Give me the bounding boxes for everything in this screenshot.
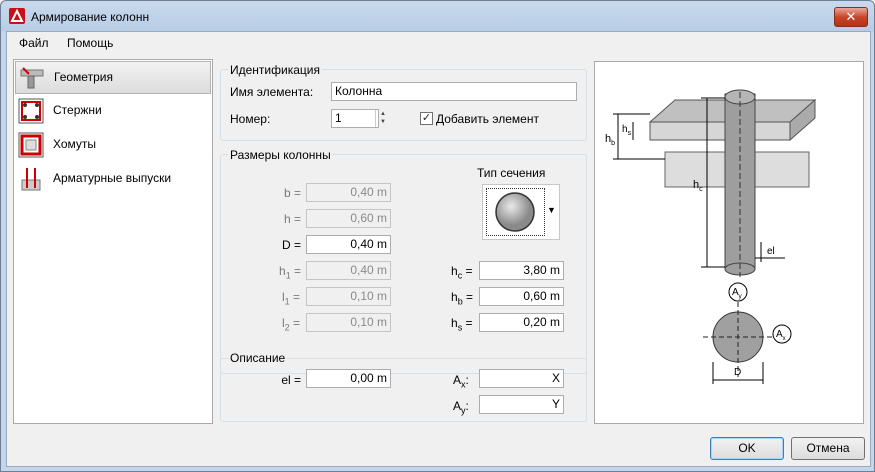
d-label: D = [281, 238, 301, 252]
l1-label: l1 = [282, 290, 301, 307]
section-type-selector[interactable]: ▼ [482, 184, 560, 240]
ay-label: Ay: [453, 399, 469, 416]
identification-group-title: Идентификация [228, 63, 322, 77]
h1-label: h1 = [279, 264, 302, 281]
l2-input: 0,10 m [306, 313, 391, 332]
section-focus-frame [486, 188, 545, 236]
d-dim-label: D [734, 367, 741, 378]
identification-group [220, 69, 587, 141]
window-title: Армирование колонн [31, 10, 150, 24]
h1-input: 0,40 m [306, 261, 391, 280]
l2-label: l2 = [282, 316, 301, 333]
rebars-icon [18, 98, 44, 124]
geometry-icon [20, 67, 44, 89]
d-input[interactable]: 0,40 m [306, 235, 391, 254]
dialog-window: Армирование колонн ✕ Файл Помощь Геометр… [0, 0, 875, 472]
b-label: b = [283, 186, 301, 200]
ay-input[interactable]: Y [479, 395, 564, 414]
nav-item-label: Арматурные выпуски [53, 171, 172, 185]
rebar-dowels-icon [21, 168, 41, 191]
element-name-label: Имя элемента: [230, 85, 314, 99]
column-diagram-panel: hc hb hs el Ay Ax D [594, 61, 864, 424]
hs-label: hs = [451, 316, 473, 333]
circle-section-icon [495, 192, 535, 232]
spin-up-icon[interactable]: ▲ [376, 110, 390, 118]
number-label: Номер: [230, 112, 271, 126]
el-label: el = [281, 373, 301, 387]
nav-item-rebars[interactable]: Стержни [15, 95, 211, 126]
section-type-label: Тип сечения [477, 166, 546, 180]
hb-label: hb = [451, 290, 474, 307]
dimensions-group-title: Размеры колонны [228, 148, 333, 162]
ax-input[interactable]: X [479, 369, 564, 388]
spin-down-icon[interactable]: ▼ [376, 118, 390, 126]
menu-help[interactable]: Помощь [67, 36, 113, 50]
l1-input: 0,10 m [306, 287, 391, 306]
hs-input[interactable]: 0,20 m [479, 313, 564, 332]
el-dim-label: el [767, 246, 775, 257]
number-input[interactable]: 1 [331, 109, 379, 128]
nav-item-stirrups[interactable]: Хомуты [15, 129, 211, 160]
title-bar[interactable]: Армирование колонн ✕ [1, 1, 874, 31]
cancel-button[interactable]: Отмена [791, 437, 865, 460]
hs-dim-label: hs [622, 124, 632, 137]
nav-item-geometry[interactable]: Геометрия [15, 61, 211, 94]
ax-label: Ax: [453, 373, 469, 390]
close-button[interactable]: ✕ [834, 7, 868, 27]
hb-input[interactable]: 0,60 m [479, 287, 564, 306]
nav-item-rebar-dowels[interactable]: Арматурные выпуски [15, 163, 211, 194]
menu-bar: Файл Помощь [7, 32, 870, 54]
element-name-input[interactable]: Колонна [331, 82, 577, 101]
hc-input[interactable]: 3,80 m [479, 261, 564, 280]
nav-item-label: Стержни [53, 103, 102, 117]
add-element-checkbox[interactable]: ✓ [420, 112, 433, 125]
menu-file[interactable]: Файл [19, 36, 49, 50]
nav-panel: Геометрия Стержни Хомуты Арматурные выпу… [13, 59, 213, 424]
ok-button[interactable]: OK [710, 437, 784, 460]
hb-dim-label: hb [605, 133, 615, 147]
el-input[interactable]: 0,00 m [306, 369, 391, 388]
nav-item-label: Геометрия [54, 70, 113, 84]
slab-front-face [649, 121, 791, 141]
hc-label: hc = [451, 264, 473, 281]
h-input: 0,60 m [306, 209, 391, 228]
chevron-down-icon[interactable]: ▼ [547, 205, 556, 215]
autocad-app-icon [9, 8, 25, 24]
dialog-client: Файл Помощь Геометрия Стержни Хомуты Арм… [6, 31, 871, 467]
h-label: h = [283, 212, 301, 226]
column-diagram: hc hb hs el Ay Ax D [605, 89, 817, 384]
stirrups-icon [18, 132, 44, 158]
b-input: 0,40 m [306, 183, 391, 202]
nav-item-label: Хомуты [53, 137, 97, 151]
number-spinner[interactable]: ▲ ▼ [375, 110, 390, 127]
description-group-title: Описание [228, 351, 288, 365]
add-element-label: Добавить элемент [436, 112, 539, 126]
